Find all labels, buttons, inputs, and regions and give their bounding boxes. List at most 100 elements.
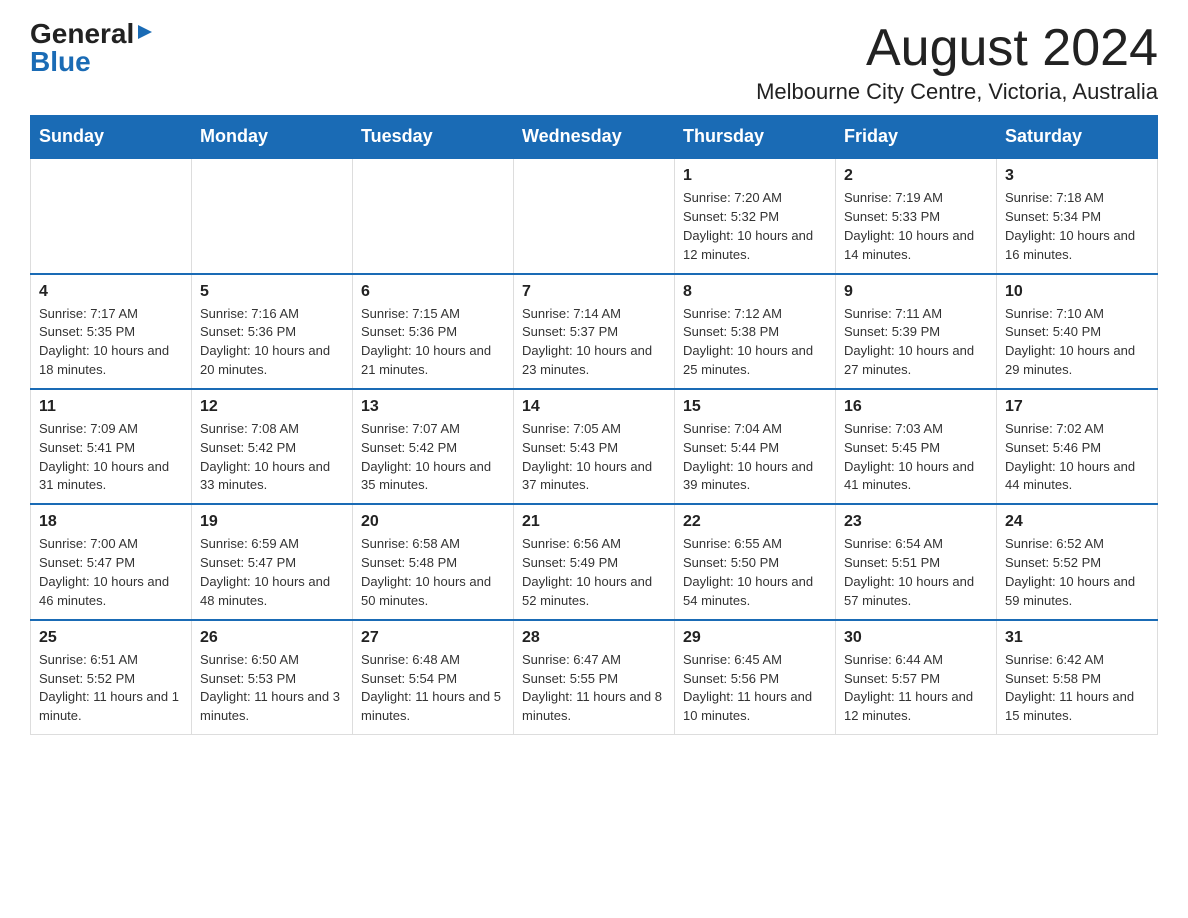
day-number: 5 <box>200 283 344 301</box>
calendar-cell: 30 Sunrise: 6:44 AM Sunset: 5:57 PM Dayli… <box>836 620 997 735</box>
calendar-header-saturday: Saturday <box>997 116 1158 159</box>
day-number: 19 <box>200 513 344 531</box>
day-info: Sunrise: 6:42 AM Sunset: 5:58 PM Dayligh… <box>1005 651 1149 726</box>
logo: General Blue <box>30 20 154 76</box>
calendar-cell: 18 Sunrise: 7:00 AM Sunset: 5:47 PM Dayli… <box>31 504 192 619</box>
day-number: 26 <box>200 629 344 647</box>
calendar-cell: 26 Sunrise: 6:50 AM Sunset: 5:53 PM Dayli… <box>192 620 353 735</box>
day-info: Sunrise: 7:03 AM Sunset: 5:45 PM Dayligh… <box>844 420 988 495</box>
day-number: 18 <box>39 513 183 531</box>
day-number: 23 <box>844 513 988 531</box>
day-number: 24 <box>1005 513 1149 531</box>
calendar-cell: 29 Sunrise: 6:45 AM Sunset: 5:56 PM Dayli… <box>675 620 836 735</box>
calendar-header-sunday: Sunday <box>31 116 192 159</box>
day-number: 10 <box>1005 283 1149 301</box>
calendar-header-wednesday: Wednesday <box>514 116 675 159</box>
day-info: Sunrise: 7:07 AM Sunset: 5:42 PM Dayligh… <box>361 420 505 495</box>
day-info: Sunrise: 6:52 AM Sunset: 5:52 PM Dayligh… <box>1005 535 1149 610</box>
calendar-header-monday: Monday <box>192 116 353 159</box>
day-info: Sunrise: 7:09 AM Sunset: 5:41 PM Dayligh… <box>39 420 183 495</box>
calendar-cell <box>353 158 514 273</box>
calendar-header-friday: Friday <box>836 116 997 159</box>
calendar-cell: 1Sunrise: 7:20 AM Sunset: 5:32 PM Daylig… <box>675 158 836 273</box>
calendar-cell: 12Sunrise: 7:08 AM Sunset: 5:42 PM Dayli… <box>192 389 353 504</box>
day-number: 29 <box>683 629 827 647</box>
day-number: 3 <box>1005 167 1149 185</box>
calendar-cell: 7Sunrise: 7:14 AM Sunset: 5:37 PM Daylig… <box>514 274 675 389</box>
calendar-cell <box>514 158 675 273</box>
calendar-cell: 27Sunrise: 6:48 AM Sunset: 5:54 PM Dayli… <box>353 620 514 735</box>
day-number: 7 <box>522 283 666 301</box>
day-info: Sunrise: 6:45 AM Sunset: 5:56 PM Dayligh… <box>683 651 827 726</box>
calendar-cell <box>192 158 353 273</box>
calendar-cell: 10 Sunrise: 7:10 AM Sunset: 5:40 PM Dayli… <box>997 274 1158 389</box>
calendar-cell: 21 Sunrise: 6:56 AM Sunset: 5:49 PM Dayli… <box>514 504 675 619</box>
calendar-cell: 2Sunrise: 7:19 AM Sunset: 5:33 PM Daylig… <box>836 158 997 273</box>
day-number: 25 <box>39 629 183 647</box>
calendar-week-2: 4 Sunrise: 7:17 AM Sunset: 5:35 PM Daylig… <box>31 274 1158 389</box>
day-info: Sunrise: 7:17 AM Sunset: 5:35 PM Dayligh… <box>39 305 183 380</box>
day-number: 31 <box>1005 629 1149 647</box>
day-info: Sunrise: 7:02 AM Sunset: 5:46 PM Dayligh… <box>1005 420 1149 495</box>
calendar-cell: 22 Sunrise: 6:55 AM Sunset: 5:50 PM Dayli… <box>675 504 836 619</box>
page-subtitle: Melbourne City Centre, Victoria, Austral… <box>756 79 1158 105</box>
day-number: 30 <box>844 629 988 647</box>
calendar-header-tuesday: Tuesday <box>353 116 514 159</box>
page-title: August 2024 <box>756 20 1158 77</box>
day-number: 14 <box>522 398 666 416</box>
day-info: Sunrise: 7:20 AM Sunset: 5:32 PM Dayligh… <box>683 189 827 264</box>
day-number: 28 <box>522 629 666 647</box>
logo-blue: Blue <box>30 46 91 77</box>
day-number: 13 <box>361 398 505 416</box>
day-info: Sunrise: 7:10 AM Sunset: 5:40 PM Dayligh… <box>1005 305 1149 380</box>
calendar-week-3: 11 Sunrise: 7:09 AM Sunset: 5:41 PM Dayli… <box>31 389 1158 504</box>
day-number: 2 <box>844 167 988 185</box>
title-block: August 2024 Melbourne City Centre, Victo… <box>756 20 1158 105</box>
calendar-week-1: 1Sunrise: 7:20 AM Sunset: 5:32 PM Daylig… <box>31 158 1158 273</box>
calendar-header-row: SundayMondayTuesdayWednesdayThursdayFrid… <box>31 116 1158 159</box>
day-number: 4 <box>39 283 183 301</box>
day-info: Sunrise: 7:05 AM Sunset: 5:43 PM Dayligh… <box>522 420 666 495</box>
day-info: Sunrise: 6:56 AM Sunset: 5:49 PM Dayligh… <box>522 535 666 610</box>
day-number: 6 <box>361 283 505 301</box>
calendar-cell: 16Sunrise: 7:03 AM Sunset: 5:45 PM Dayli… <box>836 389 997 504</box>
day-number: 17 <box>1005 398 1149 416</box>
day-number: 27 <box>361 629 505 647</box>
day-number: 22 <box>683 513 827 531</box>
page-header: General Blue August 2024 Melbourne City … <box>30 20 1158 105</box>
calendar-cell: 11 Sunrise: 7:09 AM Sunset: 5:41 PM Dayli… <box>31 389 192 504</box>
calendar-week-4: 18 Sunrise: 7:00 AM Sunset: 5:47 PM Dayli… <box>31 504 1158 619</box>
day-info: Sunrise: 7:00 AM Sunset: 5:47 PM Dayligh… <box>39 535 183 610</box>
day-info: Sunrise: 6:59 AM Sunset: 5:47 PM Dayligh… <box>200 535 344 610</box>
day-info: Sunrise: 6:55 AM Sunset: 5:50 PM Dayligh… <box>683 535 827 610</box>
calendar-cell: 25 Sunrise: 6:51 AM Sunset: 5:52 PM Dayli… <box>31 620 192 735</box>
calendar: SundayMondayTuesdayWednesdayThursdayFrid… <box>30 115 1158 735</box>
day-info: Sunrise: 7:08 AM Sunset: 5:42 PM Dayligh… <box>200 420 344 495</box>
calendar-cell: 17 Sunrise: 7:02 AM Sunset: 5:46 PM Dayli… <box>997 389 1158 504</box>
calendar-header-thursday: Thursday <box>675 116 836 159</box>
day-number: 8 <box>683 283 827 301</box>
day-info: Sunrise: 7:15 AM Sunset: 5:36 PM Dayligh… <box>361 305 505 380</box>
day-info: Sunrise: 6:51 AM Sunset: 5:52 PM Dayligh… <box>39 651 183 726</box>
calendar-cell: 9Sunrise: 7:11 AM Sunset: 5:39 PM Daylig… <box>836 274 997 389</box>
day-number: 9 <box>844 283 988 301</box>
day-info: Sunrise: 7:04 AM Sunset: 5:44 PM Dayligh… <box>683 420 827 495</box>
day-info: Sunrise: 7:16 AM Sunset: 5:36 PM Dayligh… <box>200 305 344 380</box>
day-info: Sunrise: 6:58 AM Sunset: 5:48 PM Dayligh… <box>361 535 505 610</box>
day-number: 11 <box>39 398 183 416</box>
day-number: 15 <box>683 398 827 416</box>
calendar-cell: 15 Sunrise: 7:04 AM Sunset: 5:44 PM Dayli… <box>675 389 836 504</box>
calendar-cell: 24 Sunrise: 6:52 AM Sunset: 5:52 PM Dayli… <box>997 504 1158 619</box>
day-info: Sunrise: 6:54 AM Sunset: 5:51 PM Dayligh… <box>844 535 988 610</box>
day-number: 21 <box>522 513 666 531</box>
logo-general: General <box>30 20 134 48</box>
day-info: Sunrise: 6:44 AM Sunset: 5:57 PM Dayligh… <box>844 651 988 726</box>
calendar-cell: 14 Sunrise: 7:05 AM Sunset: 5:43 PM Dayli… <box>514 389 675 504</box>
calendar-cell: 20 Sunrise: 6:58 AM Sunset: 5:48 PM Dayli… <box>353 504 514 619</box>
day-info: Sunrise: 7:18 AM Sunset: 5:34 PM Dayligh… <box>1005 189 1149 264</box>
calendar-cell: 23 Sunrise: 6:54 AM Sunset: 5:51 PM Dayli… <box>836 504 997 619</box>
day-info: Sunrise: 6:50 AM Sunset: 5:53 PM Dayligh… <box>200 651 344 726</box>
calendar-cell: 13 Sunrise: 7:07 AM Sunset: 5:42 PM Dayli… <box>353 389 514 504</box>
calendar-cell: 6 Sunrise: 7:15 AM Sunset: 5:36 PM Daylig… <box>353 274 514 389</box>
day-number: 20 <box>361 513 505 531</box>
